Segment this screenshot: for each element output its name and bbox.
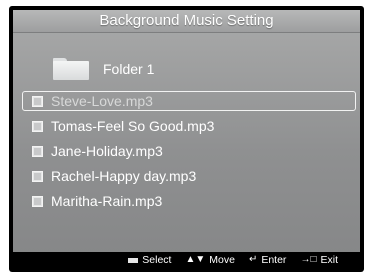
file-label: Rachel-Happy day.mp3 bbox=[51, 168, 197, 184]
select-key-icon bbox=[128, 257, 139, 263]
file-label: Steve-Love.mp3 bbox=[51, 93, 153, 109]
file-item-maritha-rain[interactable]: Maritha-Rain.mp3 bbox=[22, 191, 356, 211]
hint-enter: ↵ Enter bbox=[249, 254, 287, 266]
dialog-title: Background Music Setting bbox=[13, 10, 360, 33]
checkbox-checked-icon[interactable] bbox=[32, 95, 43, 107]
file-item-jane-holiday[interactable]: Jane-Holiday.mp3 bbox=[22, 141, 356, 161]
up-down-arrow-icon: ▲▼ bbox=[185, 254, 206, 265]
folder-icon bbox=[53, 58, 89, 80]
folder-label: Folder 1 bbox=[103, 61, 155, 77]
background-music-dialog: Background Music Setting Folder 1 Steve-… bbox=[13, 10, 360, 268]
file-label: Maritha-Rain.mp3 bbox=[51, 193, 163, 209]
hint-exit-label: Exit bbox=[320, 254, 338, 266]
checkbox-checked-icon[interactable] bbox=[32, 195, 43, 207]
file-label: Tomas-Feel So Good.mp3 bbox=[51, 118, 215, 134]
exit-icon: →□ bbox=[300, 254, 317, 265]
music-file-list: Steve-Love.mp3 Tomas-Feel So Good.mp3 Ja… bbox=[22, 91, 356, 216]
file-item-rachel-happy-day[interactable]: Rachel-Happy day.mp3 bbox=[22, 166, 356, 186]
checkbox-checked-icon[interactable] bbox=[32, 170, 43, 182]
hint-enter-label: Enter bbox=[261, 254, 287, 266]
checkbox-checked-icon[interactable] bbox=[32, 120, 43, 132]
file-label: Jane-Holiday.mp3 bbox=[51, 143, 163, 159]
remote-key-hints: Select ▲▼ Move ↵ Enter →□ Exit bbox=[13, 252, 360, 268]
hint-move: ▲▼ Move bbox=[185, 254, 234, 266]
enter-icon: ↵ bbox=[248, 254, 258, 265]
file-item-steve-love[interactable]: Steve-Love.mp3 bbox=[22, 91, 356, 111]
hint-exit: →□ Exit bbox=[300, 254, 338, 266]
folder-item[interactable]: Folder 1 bbox=[53, 54, 154, 84]
hint-select-label: Select bbox=[142, 254, 172, 266]
hint-move-label: Move bbox=[209, 254, 235, 266]
file-item-tomas-feel-so-good[interactable]: Tomas-Feel So Good.mp3 bbox=[22, 116, 356, 136]
tv-osd-frame: Background Music Setting Folder 1 Steve-… bbox=[9, 6, 364, 272]
hint-select: Select bbox=[128, 254, 171, 266]
checkbox-checked-icon[interactable] bbox=[32, 145, 43, 157]
